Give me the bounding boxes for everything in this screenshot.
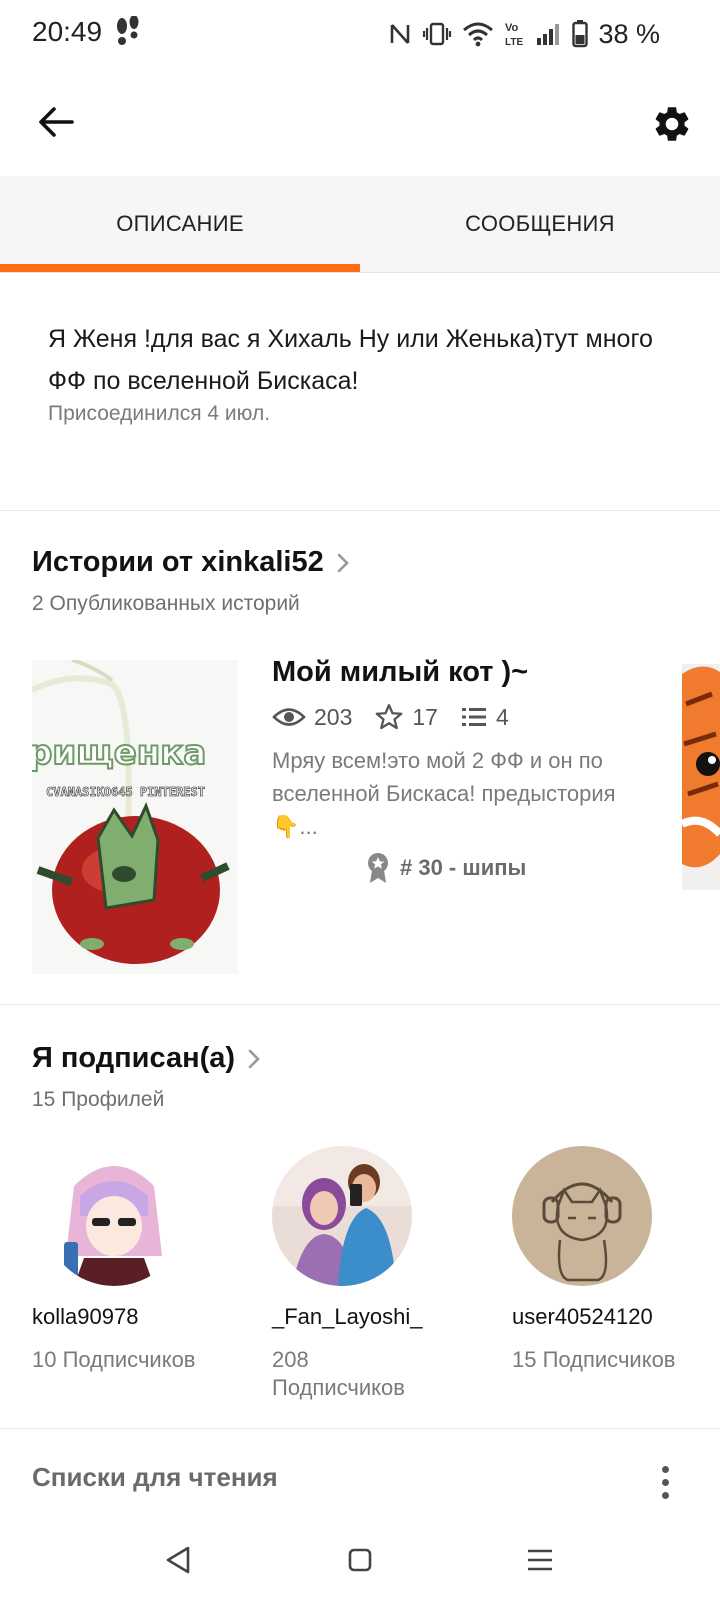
status-bar: 20:49 Vo LTE 38 % xyxy=(0,0,720,66)
story-stats: 203 17 4 xyxy=(272,702,509,732)
square-home-icon xyxy=(348,1548,372,1572)
triangle-back-icon xyxy=(166,1546,190,1574)
list-icon xyxy=(461,708,486,726)
menu-icon xyxy=(528,1549,552,1571)
nav-recents-button[interactable] xyxy=(510,1530,570,1590)
following-section-title: Я подписан(а) xyxy=(32,1042,236,1074)
status-icons: Vo LTE 38 % xyxy=(388,14,720,54)
profile-tabs: ОПИСАНИЕ СООБЩЕНИЯ xyxy=(0,176,720,273)
eye-icon xyxy=(272,708,306,726)
wifi-icon xyxy=(463,22,494,47)
gear-icon xyxy=(655,107,689,141)
more-dot xyxy=(661,1478,669,1486)
avatar-image-kolla xyxy=(44,1146,184,1286)
back-button[interactable] xyxy=(30,96,82,148)
more-dot xyxy=(661,1465,669,1473)
status-time: 20:49 xyxy=(32,16,103,47)
divider xyxy=(0,1428,720,1429)
avatar xyxy=(272,1146,412,1286)
followed-profile[interactable]: user40524120 15 Подписчиков xyxy=(512,1146,720,1374)
chevron-right-icon xyxy=(337,553,349,572)
more-options-button[interactable] xyxy=(650,1460,680,1504)
system-nav-bar xyxy=(0,1510,720,1600)
badge-icon xyxy=(368,853,388,883)
vibrate-icon xyxy=(423,22,452,46)
battery-icon xyxy=(572,20,589,48)
next-story-image xyxy=(682,664,720,890)
story-title[interactable]: Мой милый кот )~ xyxy=(272,656,528,689)
stories-count: 2 Опубликованных историй xyxy=(32,592,300,615)
joined-date: Присоединился 4 июл. xyxy=(48,402,271,425)
nav-back-button[interactable] xyxy=(148,1530,208,1590)
stories-section-title: Истории от xinkali52 xyxy=(32,546,324,578)
next-story-cover[interactable] xyxy=(682,664,720,890)
stories-section-header[interactable]: Истории от xinkali52 xyxy=(32,546,350,579)
story-cover-watermark: CVANASIKO645 PINTEREST xyxy=(46,785,205,799)
settings-button[interactable] xyxy=(644,96,700,152)
story-views: 203 xyxy=(314,703,353,730)
volte-icon: Vo LTE xyxy=(505,22,523,48)
divider xyxy=(0,1004,720,1005)
profile-username: user40524120 xyxy=(512,1304,653,1329)
avatar-image-user xyxy=(512,1146,652,1286)
nfc-icon xyxy=(391,24,410,44)
avatar xyxy=(44,1146,184,1286)
profile-username: kolla90978 xyxy=(32,1304,139,1329)
svg-text:Vo: Vo xyxy=(505,22,519,34)
avatar-image-fan xyxy=(272,1146,412,1286)
profile-followers: 15 Подписчиков xyxy=(512,1347,676,1372)
story-cover[interactable]: рищенка CVANASIKO645 PINTEREST xyxy=(32,660,238,974)
divider xyxy=(0,510,720,511)
nav-home-button[interactable] xyxy=(330,1530,390,1590)
tab-description[interactable]: ОПИСАНИЕ xyxy=(0,176,360,272)
followed-profile[interactable]: kolla90978 10 Подписчиков xyxy=(32,1146,242,1374)
profile-username: _Fan_Layoshi_ xyxy=(272,1304,423,1329)
chevron-right-icon xyxy=(248,1049,260,1068)
signal-icon xyxy=(537,24,560,45)
profile-description: Я Женя !для вас я Хихаль Ну или Женька)т… xyxy=(48,325,653,395)
story-rank[interactable]: # 30 - шипы xyxy=(366,852,526,884)
story-rank-label: # 30 - шипы xyxy=(400,855,527,880)
following-count: 15 Профилей xyxy=(32,1088,165,1111)
story-parts: 4 xyxy=(495,703,509,730)
star-icon xyxy=(376,704,403,730)
reading-lists-title[interactable]: Списки для чтения xyxy=(32,1462,278,1493)
arrow-left-icon xyxy=(39,107,74,137)
following-section-header[interactable]: Я подписан(а) xyxy=(32,1042,261,1075)
steps-icon xyxy=(117,16,139,45)
svg-text:LTE: LTE xyxy=(505,37,523,48)
story-description: Мряу всем!это мой 2 ФФ и он по вселенной… xyxy=(272,748,616,839)
more-dot xyxy=(661,1491,669,1499)
battery-percent: 38 % xyxy=(598,18,660,49)
profile-followers: 10 Подписчиков xyxy=(32,1347,196,1372)
story-cover-image: рищенка CVANASIKO645 PINTEREST xyxy=(32,660,238,974)
story-votes: 17 xyxy=(412,703,438,730)
avatar xyxy=(512,1146,652,1286)
tab-messages[interactable]: СООБЩЕНИЯ xyxy=(360,176,720,272)
story-cover-text: рищенка xyxy=(32,733,206,773)
active-tab-indicator xyxy=(0,264,360,272)
followed-profile[interactable]: _Fan_Layoshi_ 208 Подписчиков xyxy=(272,1146,482,1402)
profile-followers: 208 Подписчиков xyxy=(272,1347,405,1400)
